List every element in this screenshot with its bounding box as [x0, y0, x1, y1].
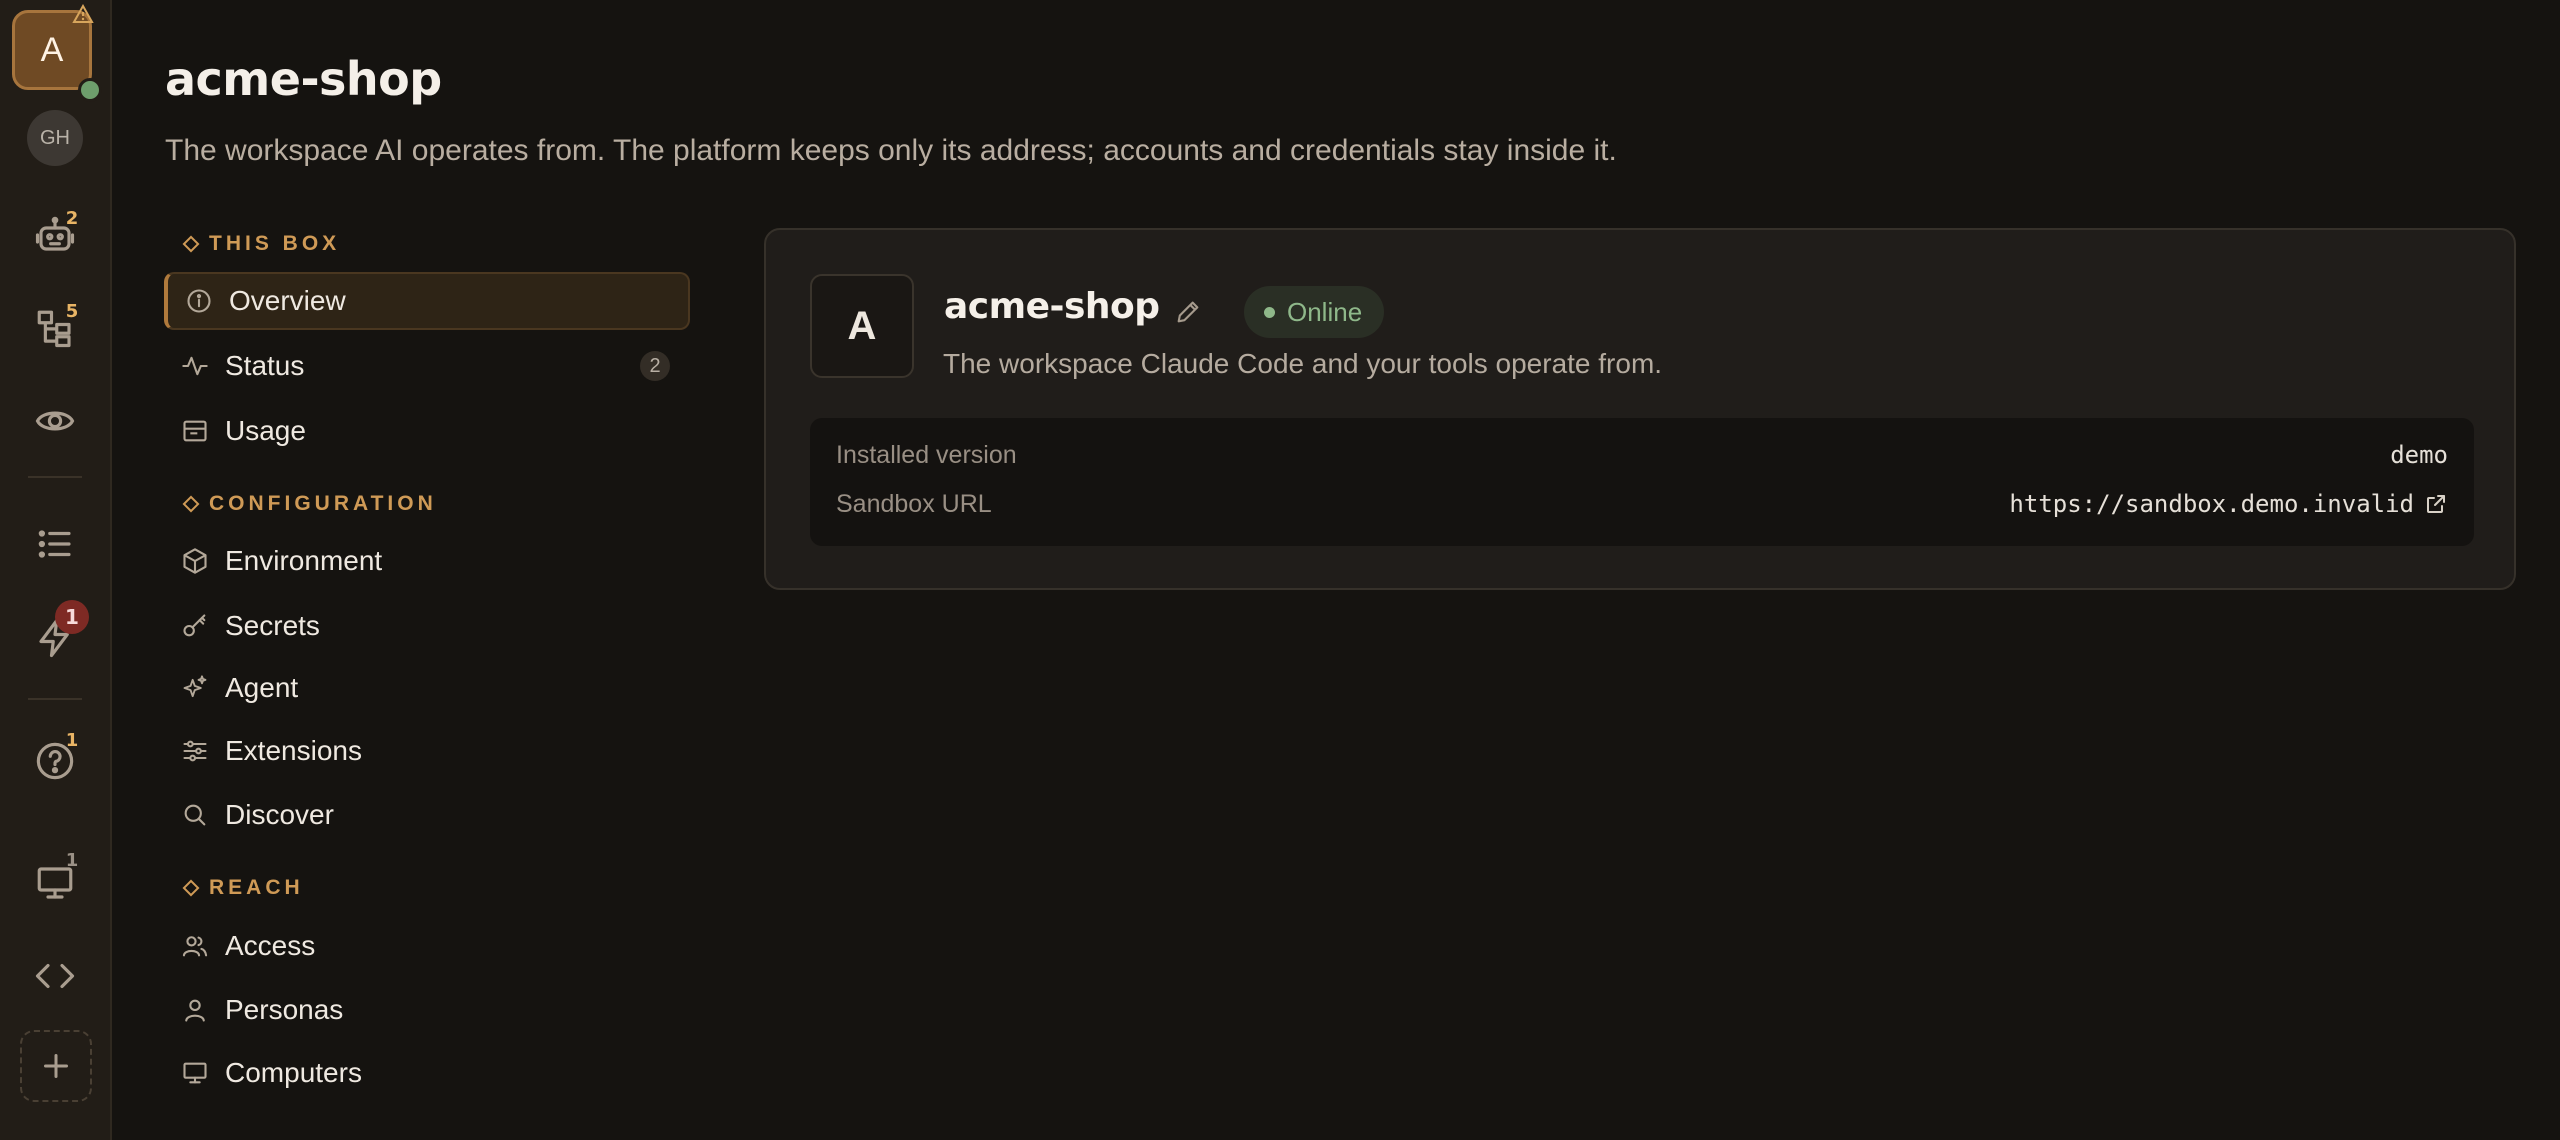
rail-tree[interactable]: 5 — [0, 290, 110, 366]
online-indicator — [78, 78, 102, 102]
diamond-icon — [182, 235, 200, 253]
users-icon — [182, 936, 208, 957]
nav-item-label: Agent — [225, 672, 299, 703]
cube-icon — [183, 548, 207, 574]
nav-item-usage[interactable]: Usage — [164, 402, 690, 460]
rail-activity[interactable]: 1 — [0, 600, 110, 676]
nav-item-secrets[interactable]: Secrets — [164, 597, 690, 655]
box-details: Installed version demo Sandbox URL https… — [810, 418, 2474, 546]
pulse-icon — [182, 356, 208, 376]
warning-icon — [72, 4, 94, 23]
nav-section-title: REACH — [209, 876, 304, 899]
rail-agents[interactable]: 2 — [0, 197, 110, 273]
add-workspace-button[interactable] — [20, 1030, 92, 1102]
nav-item-label: Usage — [225, 415, 306, 446]
plus-icon — [44, 1054, 68, 1078]
app-rail: A GH 2 5 1 1 1 — [0, 0, 112, 1140]
account-avatar[interactable]: GH — [27, 110, 83, 166]
sandbox-url-link[interactable]: https://sandbox.demo.invalid — [2009, 490, 2448, 518]
box-description: The workspace Claude Code and your tools… — [943, 348, 1663, 379]
code-icon — [35, 963, 75, 989]
sliders-icon — [183, 740, 207, 762]
nav-item-status[interactable]: Status 2 — [164, 337, 690, 395]
nav-section-title: THIS BOX — [209, 232, 341, 255]
nav-item-extensions[interactable]: Extensions — [164, 722, 690, 780]
eye-icon — [35, 411, 75, 431]
pencil-icon[interactable] — [1174, 298, 1202, 326]
box-name: acme-shop — [944, 286, 1160, 327]
nav-item-label: Access — [225, 930, 316, 961]
info-icon — [187, 289, 211, 313]
usage-icon — [183, 420, 207, 442]
nav-item-overview[interactable]: Overview — [164, 272, 690, 330]
nav-section-title: CONFIGURATION — [209, 492, 437, 515]
external-link-icon — [2427, 495, 2445, 513]
rail-watch[interactable] — [0, 383, 110, 459]
monitor-icon — [183, 1062, 207, 1084]
nav-item-label: Status — [225, 350, 305, 381]
nav-item-access[interactable]: Access — [164, 917, 690, 975]
rail-list[interactable] — [0, 506, 110, 582]
user-icon — [185, 999, 205, 1022]
nav-item-label: Overview — [229, 285, 346, 316]
computers-badge: 1 — [65, 850, 79, 871]
nav-item-label: Secrets — [225, 610, 320, 641]
detail-value: demo — [2390, 441, 2448, 469]
diamond-icon — [182, 879, 200, 897]
nav-section-reach: REACH — [182, 876, 304, 900]
search-icon — [184, 804, 206, 826]
nav-item-label: Extensions — [225, 735, 362, 766]
nav-item-environment[interactable]: Environment — [164, 532, 690, 590]
detail-row: Sandbox URL https://sandbox.demo.invalid — [836, 484, 2448, 524]
detail-value: https://sandbox.demo.invalid — [2009, 490, 2414, 518]
detail-row: Installed version demo — [836, 435, 2448, 475]
status-label: Online — [1287, 296, 1363, 327]
rail-divider — [28, 476, 82, 478]
installed-version-value: demo — [2390, 441, 2448, 469]
agents-badge: 2 — [65, 208, 79, 229]
diamond-icon — [182, 495, 200, 513]
rail-help[interactable]: 1 — [0, 723, 110, 799]
status-count-badge: 2 — [640, 351, 670, 381]
page-subtitle: The workspace AI operates from. The plat… — [165, 134, 1617, 167]
activity-badge: 1 — [55, 600, 89, 634]
rail-divider — [28, 698, 82, 700]
nav-item-agent[interactable]: Agent — [164, 659, 690, 717]
sparkles-icon — [183, 675, 207, 698]
overview-card: A acme-shop Online The workspace Claude … — [764, 228, 2516, 590]
help-badge: 1 — [65, 730, 79, 751]
nav-section-configuration: CONFIGURATION — [182, 492, 437, 516]
detail-label: Installed version — [836, 440, 1017, 469]
nav-item-computers[interactable]: Computers — [164, 1044, 690, 1102]
status-badge: Online — [1244, 286, 1385, 338]
detail-label: Sandbox URL — [836, 489, 992, 518]
nav-section-this-box: THIS BOX — [182, 232, 340, 256]
rail-code[interactable] — [0, 938, 110, 1014]
status-dot — [1264, 306, 1275, 318]
nav-item-label: Computers — [225, 1057, 362, 1088]
box-avatar: A — [810, 274, 914, 378]
nav-item-label: Environment — [225, 545, 383, 576]
nav-item-personas[interactable]: Personas — [164, 981, 690, 1039]
list-icon — [38, 530, 71, 558]
nav-item-label: Discover — [225, 799, 334, 830]
nav-item-label: Personas — [225, 994, 344, 1025]
rail-computers[interactable]: 1 — [0, 845, 110, 921]
page-title: acme-shop — [165, 52, 442, 106]
tree-badge: 5 — [65, 301, 79, 322]
key-icon — [183, 614, 206, 637]
nav-item-discover[interactable]: Discover — [164, 786, 690, 844]
